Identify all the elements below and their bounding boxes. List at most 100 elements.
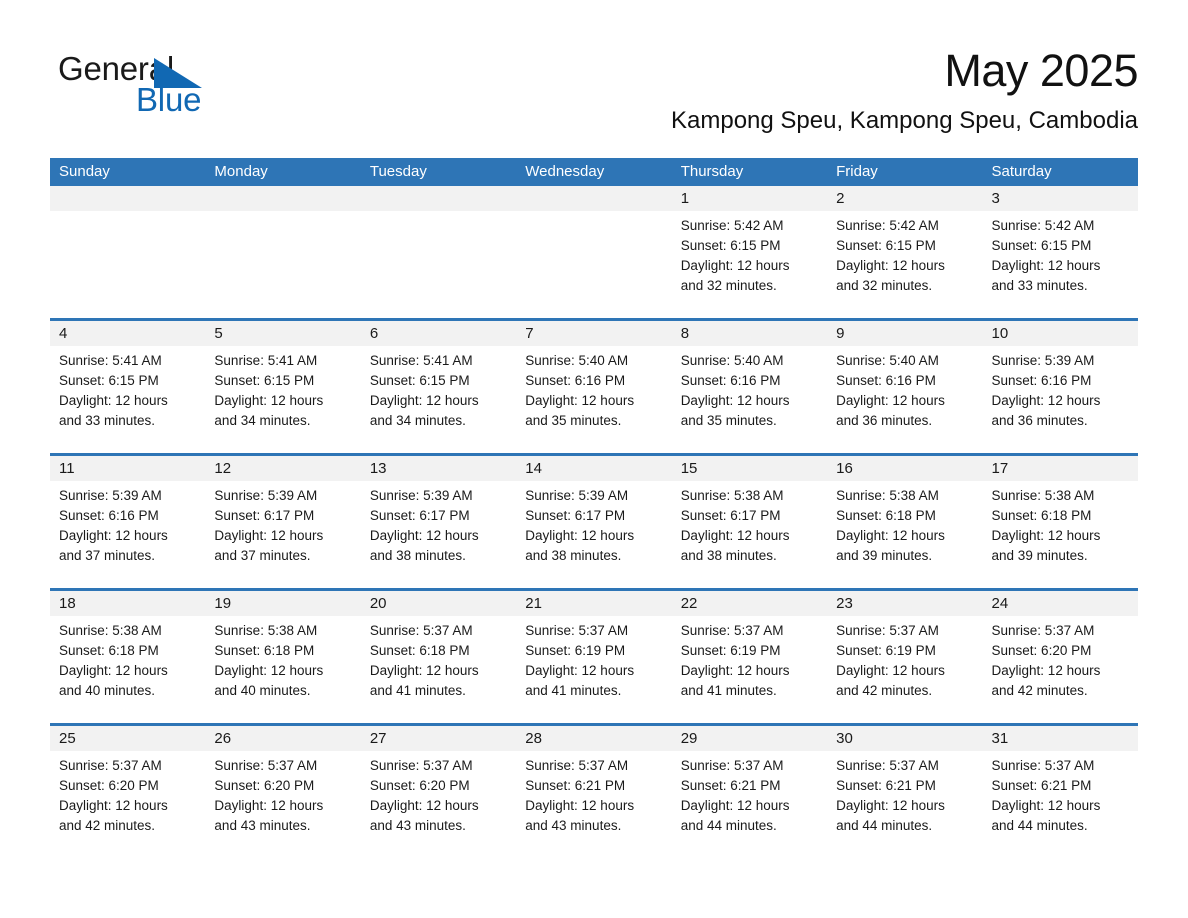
calendar-day-cell[interactable]: 7 Sunrise: 5:40 AM Sunset: 6:16 PM Daylight… xyxy=(516,321,671,453)
calendar-day-cell[interactable]: 26 Sunrise: 5:37 AM Sunset: 6:20 PM Dayligh… xyxy=(205,726,360,858)
calendar-day-cell[interactable]: 2 Sunrise: 5:42 AM Sunset: 6:15 PM Daylight… xyxy=(827,186,982,318)
day-info-line: Sunrise: 5:39 AM xyxy=(369,488,473,503)
calendar-day-cell[interactable]: 29 Sunrise: 5:37 AM Sunset: 6:21 PM Dayligh… xyxy=(672,726,827,858)
day-number: 23 xyxy=(836,595,853,612)
calendar-day-cell[interactable]: 14 Sunrise: 5:39 AM Sunset: 6:17 PM Dayligh… xyxy=(516,456,671,588)
day-info-line: and 44 minutes. xyxy=(836,818,933,833)
day-info-line: and 34 minutes. xyxy=(214,413,311,428)
day-info-line: Sunset: 6:21 PM xyxy=(991,778,1092,793)
day-info-line: Sunrise: 5:37 AM xyxy=(525,758,629,773)
day-info-line: Sunrise: 5:38 AM xyxy=(991,488,1095,503)
calendar-day-cell[interactable]: 18 Sunrise: 5:38 AM Sunset: 6:18 PM Dayligh… xyxy=(50,591,205,723)
day-sun-info: Sunrise: 5:37 AM Sunset: 6:19 PM Daylight:… xyxy=(525,621,662,701)
day-info-line: Sunset: 6:17 PM xyxy=(680,508,781,523)
day-info-line: Daylight: 12 hours xyxy=(369,798,479,813)
day-info-line: Sunset: 6:20 PM xyxy=(369,778,470,793)
calendar-day-cell[interactable]: 20 Sunrise: 5:37 AM Sunset: 6:18 PM Dayligh… xyxy=(361,591,516,723)
calendar-week-row: 18 Sunrise: 5:38 AM Sunset: 6:18 PM Dayligh… xyxy=(50,588,1138,723)
day-number: 27 xyxy=(369,730,387,747)
day-number: 7 xyxy=(525,325,534,342)
day-info-line: Daylight: 12 hours xyxy=(680,528,790,543)
day-info-line: Sunset: 6:16 PM xyxy=(680,373,781,388)
calendar-day-cell[interactable]: 28 Sunrise: 5:37 AM Sunset: 6:21 PM Dayligh… xyxy=(516,726,671,858)
calendar-day-cell[interactable]: 5 Sunrise: 5:41 AM Sunset: 6:15 PM Daylight… xyxy=(205,321,360,453)
calendar-day-cell[interactable]: 8 Sunrise: 5:40 AM Sunset: 6:16 PM Daylight… xyxy=(672,321,827,453)
calendar-day-cell[interactable]: 9 Sunrise: 5:40 AM Sunset: 6:16 PM Daylight… xyxy=(827,321,982,453)
day-number: 30 xyxy=(836,730,853,747)
day-info-line: Sunrise: 5:40 AM xyxy=(525,353,629,368)
day-info-line: and 43 minutes. xyxy=(214,818,311,833)
calendar-day-cell[interactable]: 10 Sunrise: 5:39 AM Sunset: 6:16 PM Dayligh… xyxy=(983,321,1138,453)
calendar-day-cell[interactable]: 22 Sunrise: 5:37 AM Sunset: 6:19 PM Dayligh… xyxy=(672,591,827,723)
day-sun-info: Sunrise: 5:41 AM Sunset: 6:15 PM Daylight:… xyxy=(59,351,196,431)
calendar-day-cell[interactable]: 15 Sunrise: 5:38 AM Sunset: 6:17 PM Dayligh… xyxy=(672,456,827,588)
calendar-day-cell[interactable]: 16 Sunrise: 5:38 AM Sunset: 6:18 PM Dayligh… xyxy=(827,456,982,588)
day-number xyxy=(59,186,196,211)
day-info-line: Daylight: 12 hours xyxy=(525,663,635,678)
day-info-line: Sunrise: 5:39 AM xyxy=(991,353,1095,368)
day-sun-info: Sunrise: 5:37 AM Sunset: 6:20 PM Daylight:… xyxy=(370,756,507,836)
day-info-line: Sunset: 6:16 PM xyxy=(525,373,626,388)
day-info-line: Sunrise: 5:39 AM xyxy=(525,488,629,503)
day-info-line: Daylight: 12 hours xyxy=(991,393,1101,408)
day-info-line: Daylight: 12 hours xyxy=(369,663,479,678)
calendar-day-cell[interactable]: 21 Sunrise: 5:37 AM Sunset: 6:19 PM Dayligh… xyxy=(516,591,671,723)
calendar-day-cell[interactable]: 4 Sunrise: 5:41 AM Sunset: 6:15 PM Daylight… xyxy=(50,321,205,453)
day-info-line: and 39 minutes. xyxy=(836,548,933,563)
day-info-line: and 43 minutes. xyxy=(525,818,622,833)
day-info-line: Sunrise: 5:37 AM xyxy=(991,758,1095,773)
day-sun-info: Sunrise: 5:39 AM Sunset: 6:16 PM Daylight:… xyxy=(992,351,1129,431)
day-info-line: and 33 minutes. xyxy=(59,413,156,428)
day-info-line: Daylight: 12 hours xyxy=(836,393,945,408)
day-number: 19 xyxy=(214,595,232,612)
day-info-line: Daylight: 12 hours xyxy=(836,528,945,543)
calendar-day-cell[interactable]: 30 Sunrise: 5:37 AM Sunset: 6:21 PM Dayligh… xyxy=(827,726,982,858)
calendar-day-cell-empty xyxy=(361,186,516,318)
calendar-day-cell[interactable]: 12 Sunrise: 5:39 AM Sunset: 6:17 PM Dayligh… xyxy=(205,456,360,588)
calendar-day-cell[interactable]: 31 Sunrise: 5:37 AM Sunset: 6:21 PM Dayligh… xyxy=(983,726,1138,858)
day-number: 3 xyxy=(991,190,1000,207)
day-info-line: Daylight: 12 hours xyxy=(369,393,479,408)
calendar-day-cell[interactable]: 17 Sunrise: 5:38 AM Sunset: 6:18 PM Dayligh… xyxy=(983,456,1138,588)
day-info-line: Sunrise: 5:37 AM xyxy=(836,623,939,638)
day-info-line: Sunset: 6:19 PM xyxy=(836,643,936,658)
calendar-week-row: 11 Sunrise: 5:39 AM Sunset: 6:16 PM Dayligh… xyxy=(50,453,1138,588)
day-info-line: Sunrise: 5:37 AM xyxy=(369,758,473,773)
day-info-line: Sunset: 6:16 PM xyxy=(991,373,1092,388)
calendar-day-cell[interactable]: 27 Sunrise: 5:37 AM Sunset: 6:20 PM Dayligh… xyxy=(361,726,516,858)
calendar-day-cell[interactable]: 24 Sunrise: 5:37 AM Sunset: 6:20 PM Dayligh… xyxy=(983,591,1138,723)
day-info-line: Sunset: 6:18 PM xyxy=(836,508,936,523)
calendar-day-cell[interactable]: 1 Sunrise: 5:42 AM Sunset: 6:15 PM Daylight… xyxy=(672,186,827,318)
calendar-day-cell-empty xyxy=(516,186,671,318)
day-info-line: Sunset: 6:16 PM xyxy=(836,373,936,388)
calendar-day-cell[interactable]: 6 Sunrise: 5:41 AM Sunset: 6:15 PM Daylight… xyxy=(361,321,516,453)
day-info-line: Sunrise: 5:39 AM xyxy=(214,488,318,503)
calendar-day-cell[interactable]: 11 Sunrise: 5:39 AM Sunset: 6:16 PM Dayligh… xyxy=(50,456,205,588)
weekday-header-friday: Friday xyxy=(836,163,878,180)
day-info-line: Daylight: 12 hours xyxy=(991,663,1101,678)
day-info-line: and 44 minutes. xyxy=(991,818,1088,833)
day-info-line: Sunset: 6:17 PM xyxy=(214,508,315,523)
calendar-day-cell[interactable]: 19 Sunrise: 5:38 AM Sunset: 6:18 PM Dayligh… xyxy=(205,591,360,723)
day-sun-info: Sunrise: 5:39 AM Sunset: 6:17 PM Daylight:… xyxy=(214,486,351,566)
day-sun-info: Sunrise: 5:40 AM Sunset: 6:16 PM Daylight:… xyxy=(681,351,818,431)
day-info-line: and 36 minutes. xyxy=(991,413,1088,428)
day-info-line: Sunrise: 5:38 AM xyxy=(214,623,318,638)
day-info-line: and 38 minutes. xyxy=(680,548,777,563)
calendar-day-cell[interactable]: 3 Sunrise: 5:42 AM Sunset: 6:15 PM Daylight… xyxy=(983,186,1138,318)
day-info-line: Sunset: 6:21 PM xyxy=(680,778,781,793)
calendar-day-cell[interactable]: 13 Sunrise: 5:39 AM Sunset: 6:17 PM Dayligh… xyxy=(361,456,516,588)
day-info-line: and 41 minutes. xyxy=(680,683,777,698)
day-info-line: Sunrise: 5:38 AM xyxy=(59,623,162,638)
day-info-line: Daylight: 12 hours xyxy=(680,663,790,678)
day-sun-info: Sunrise: 5:39 AM Sunset: 6:16 PM Daylight:… xyxy=(59,486,196,566)
calendar-day-cell[interactable]: 23 Sunrise: 5:37 AM Sunset: 6:19 PM Dayligh… xyxy=(827,591,982,723)
day-number: 14 xyxy=(525,460,542,477)
day-info-line: and 36 minutes. xyxy=(836,413,933,428)
calendar-day-cell[interactable]: 25 Sunrise: 5:37 AM Sunset: 6:20 PM Dayligh… xyxy=(50,726,205,858)
day-number: 24 xyxy=(991,595,1009,612)
general-blue-logo[interactable]: General Blue xyxy=(58,50,258,122)
day-info-line: Sunset: 6:20 PM xyxy=(214,778,315,793)
weekday-header-tuesday: Tuesday xyxy=(369,163,427,180)
day-info-line: and 42 minutes. xyxy=(59,818,156,833)
